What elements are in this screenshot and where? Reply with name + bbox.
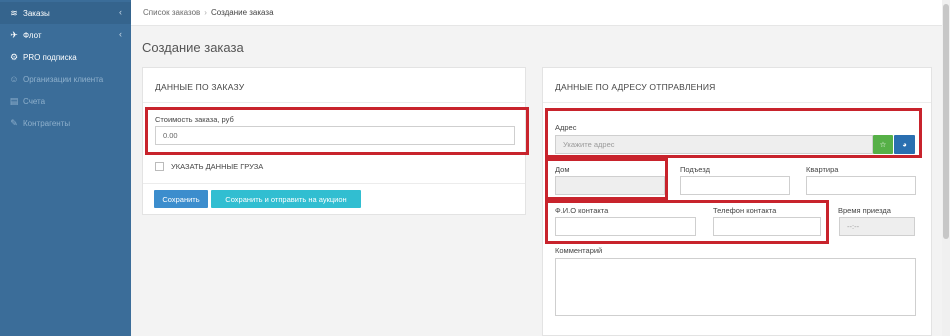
arrival-time-label: Время приезда <box>838 206 891 215</box>
breadcrumb-link-orders[interactable]: Список заказов <box>143 8 200 17</box>
comment-textarea[interactable] <box>555 258 916 316</box>
contact-name-label: Ф.И.О контакта <box>555 206 609 215</box>
scrollbar-thumb[interactable] <box>943 4 949 239</box>
cost-input[interactable]: 0.00 <box>155 126 515 145</box>
divider <box>143 102 525 103</box>
contact-phone-input[interactable] <box>713 217 821 236</box>
breadcrumb: Список заказов › Создание заказа <box>131 0 950 26</box>
entrance-label: Подъезд <box>680 165 710 174</box>
cost-label: Стоимость заказа, руб <box>155 115 234 124</box>
order-panel: ДАННЫЕ ПО ЗАКАЗУ Стоимость заказа, руб 0… <box>142 67 526 215</box>
cargo-checkbox[interactable] <box>155 162 164 171</box>
contact-name-input[interactable] <box>555 217 696 236</box>
comment-label: Комментарий <box>555 246 603 255</box>
sidebar-item-counterparties[interactable]: ✎ Контрагенты <box>0 112 131 134</box>
sidebar-item-label: Организации клиента <box>23 74 104 84</box>
page-title: Создание заказа <box>142 40 244 55</box>
contact-phone-label: Телефон контакта <box>713 206 777 215</box>
house-label: Дом <box>555 165 570 174</box>
order-panel-heading: ДАННЫЕ ПО ЗАКАЗУ <box>155 82 245 92</box>
sidebar-item-label: Контрагенты <box>23 118 71 128</box>
address-panel-heading: ДАННЫЕ ПО АДРЕСУ ОТПРАВЛЕНИЯ <box>555 82 716 92</box>
save-button[interactable]: Сохранить <box>154 190 208 208</box>
star-icon: ☆ <box>879 140 887 149</box>
house-input[interactable] <box>555 176 665 195</box>
sidebar-item-label: PRO подписка <box>23 52 77 62</box>
chevron-left-icon: ‹ <box>119 29 122 39</box>
sidebar-item-label: Счета <box>23 96 46 106</box>
apartment-label: Квартира <box>806 165 839 174</box>
divider <box>543 102 931 103</box>
stack-icon: ≋ <box>10 7 18 18</box>
favorite-address-button[interactable]: ☆ <box>873 135 893 154</box>
apartment-input[interactable] <box>806 176 916 195</box>
entrance-input[interactable] <box>680 176 790 195</box>
rocket-icon: ✈ <box>10 29 18 40</box>
users-icon: ☺ <box>9 74 19 84</box>
address-input[interactable]: Укажите адрес <box>555 135 873 154</box>
breadcrumb-separator: › <box>204 8 207 17</box>
sidebar-item-fleet[interactable]: ✈ Флот ‹ <box>0 24 131 46</box>
sidebar-item-client-organizations[interactable]: ☺ Организации клиента <box>0 68 131 90</box>
address-panel: ДАННЫЕ ПО АДРЕСУ ОТПРАВЛЕНИЯ Адрес Укажи… <box>542 67 932 336</box>
invoice-icon: ▤ <box>9 95 19 106</box>
page-scrollbar[interactable] <box>942 0 950 336</box>
globe-icon: ◕ <box>902 140 907 149</box>
address-label: Адрес <box>555 123 577 132</box>
arrival-time-input[interactable]: --:-- <box>839 217 915 236</box>
divider <box>143 183 525 184</box>
cargo-checkbox-label[interactable]: УКАЗАТЬ ДАННЫЕ ГРУЗА <box>171 162 263 171</box>
sidebar: ≋ Заказы ‹ ✈ Флот ‹ ⚙ PRO подписка ☺ Орг… <box>0 0 131 336</box>
chevron-left-icon: ‹ <box>119 7 122 17</box>
sidebar-item-invoices[interactable]: ▤ Счета <box>0 90 131 112</box>
sidebar-item-label: Флот <box>23 30 42 40</box>
sidebar-item-orders[interactable]: ≋ Заказы ‹ <box>0 2 131 24</box>
sidebar-item-pro-subscription[interactable]: ⚙ PRO подписка <box>0 46 131 68</box>
map-button[interactable]: ◕ <box>894 135 915 154</box>
sidebar-item-label: Заказы <box>23 8 50 18</box>
gear-icon: ⚙ <box>9 51 19 62</box>
save-and-send-to-auction-button[interactable]: Сохранить и отправить на аукцион <box>211 190 361 208</box>
handshake-icon: ✎ <box>10 117 18 128</box>
breadcrumb-current: Создание заказа <box>210 8 274 17</box>
